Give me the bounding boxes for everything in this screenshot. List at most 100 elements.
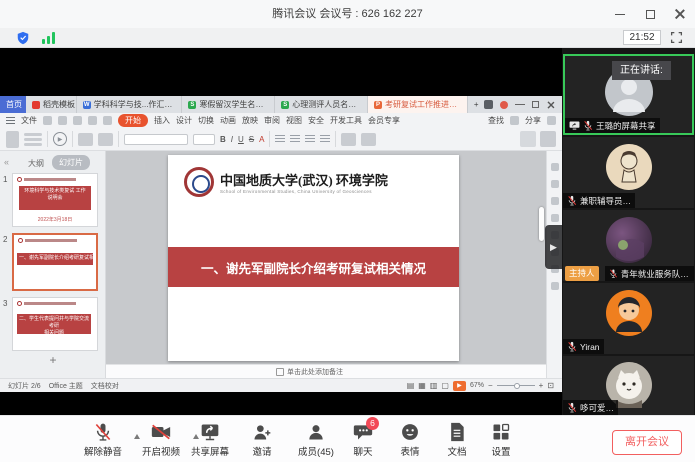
wps-new-tab-button[interactable]: + — [468, 96, 484, 113]
play-from-current-icon[interactable]: ▶ — [53, 132, 67, 146]
share-screen-button[interactable]: 共享屏幕 — [181, 422, 239, 458]
leave-meeting-button[interactable]: 离开会议 — [612, 430, 682, 455]
wps-minimize-icon[interactable] — [515, 104, 525, 105]
wps-menu-slideshow[interactable]: 放映 — [242, 115, 258, 126]
close-button[interactable] — [665, 0, 695, 28]
wps-tab-docer[interactable]: 稻壳模板 — [26, 96, 77, 113]
docs-button[interactable]: 文档 — [432, 422, 482, 458]
maximize-button[interactable] — [635, 0, 665, 28]
undo-icon[interactable] — [88, 116, 97, 125]
panel-tab-outline[interactable]: 大纲 — [28, 158, 44, 169]
participant-tile[interactable]: 兼职辅导员… — [563, 137, 694, 208]
wps-maximize-icon[interactable] — [532, 101, 539, 108]
notes-bar[interactable]: 单击此处添加备注 — [106, 364, 546, 378]
zoom-in-icon[interactable]: + — [539, 381, 544, 390]
wps-tab-doc2[interactable]: S寒假留汉学生名单.xlsx — [182, 96, 275, 113]
unmute-button[interactable]: 解除静音 — [74, 422, 132, 458]
maximize-icon — [646, 10, 655, 19]
template-pane-icon[interactable] — [551, 214, 559, 222]
wps-menu-start[interactable]: 开始 — [118, 114, 148, 127]
zoom-slider[interactable] — [497, 385, 535, 386]
new-slide-icon[interactable] — [78, 133, 93, 146]
wps-tab-doc1[interactable]: W学科科学与技...作汇报方案 — [77, 96, 183, 113]
meeting-toolbar: 解除静音 开启视频 共享屏幕 邀请 成员(45) — [0, 415, 695, 462]
participant-tile-host[interactable]: 主持人 青年就业服务队 彭… — [563, 210, 694, 281]
align-left-icon[interactable] — [275, 135, 285, 143]
fit-slide-icon[interactable]: ⊡ — [547, 381, 554, 390]
panel-collapse-button[interactable]: « — [4, 157, 9, 167]
show-tools-icon[interactable] — [540, 131, 556, 147]
wps-menu-insert[interactable]: 插入 — [154, 115, 170, 126]
sidebar-collapse-toggle[interactable]: ▶ — [545, 225, 562, 269]
wps-menu-file[interactable]: 文件 — [21, 115, 37, 126]
textbox-icon[interactable] — [341, 133, 356, 146]
export-icon[interactable] — [73, 116, 82, 125]
members-button[interactable]: 成员(45) — [287, 422, 345, 458]
emoji-button[interactable]: 表情 — [385, 422, 435, 458]
view-normal-icon[interactable]: ▤ — [407, 381, 415, 390]
slide-thumbnail-2-selected[interactable]: 一、谢先军副院长介绍考研复试相关情况 — [12, 233, 98, 291]
invite-button[interactable]: 邀请 — [237, 422, 287, 458]
font-family-select[interactable] — [124, 134, 188, 145]
participant-tile[interactable]: Yiran — [563, 283, 694, 354]
wps-close-icon[interactable] — [548, 101, 555, 108]
panel-tab-slides[interactable]: 幻灯片 — [52, 155, 90, 170]
font-size-select[interactable] — [193, 134, 215, 145]
align-right-icon[interactable] — [305, 135, 315, 143]
wps-tab-doc3[interactable]: S心理测评人员名单.xlsx — [275, 96, 368, 113]
wps-message-icon[interactable] — [500, 101, 508, 109]
network-signal-icon[interactable] — [42, 32, 56, 44]
font-color-button[interactable]: A — [259, 135, 264, 144]
help-pane-icon[interactable] — [551, 282, 559, 290]
view-reading-icon[interactable]: ▢ — [441, 381, 449, 390]
wps-menu-design[interactable]: 设计 — [176, 115, 192, 126]
animation-pane-icon[interactable] — [551, 180, 559, 188]
wps-menu-view[interactable]: 视图 — [286, 115, 302, 126]
cloud-sync-icon[interactable] — [510, 116, 519, 125]
fullscreen-icon[interactable] — [670, 31, 683, 44]
save-icon[interactable] — [43, 116, 52, 125]
layout-icon[interactable] — [98, 133, 113, 146]
shapes-icon[interactable] — [361, 133, 376, 146]
strikethrough-button[interactable]: S — [249, 135, 254, 144]
slide-thumbnail-1[interactable]: 环境科学与技术类复试 工作 说明会 2022年3月18日 — [12, 173, 98, 227]
zoom-out-icon[interactable]: − — [488, 381, 493, 390]
wps-menu-devtools[interactable]: 开发工具 — [330, 115, 362, 126]
chat-button[interactable]: 6 聊天 — [338, 422, 388, 458]
redo-icon[interactable] — [103, 116, 112, 125]
minimize-button[interactable] — [605, 0, 635, 28]
wps-menu-member[interactable]: 会员专享 — [368, 115, 400, 126]
wps-menu-security[interactable]: 安全 — [308, 115, 324, 126]
current-slide[interactable]: 中国地质大学(武汉) 环境学院 School of Environmental … — [168, 155, 459, 361]
wps-menu-animation[interactable]: 动画 — [220, 115, 236, 126]
slide-thumbnail-3[interactable]: 二、学生代表提问并与学院交流考研 相关问题 — [12, 297, 98, 351]
canvas-scrollbar[interactable] — [539, 207, 544, 241]
wps-menu-review[interactable]: 审阅 — [264, 115, 280, 126]
settings-button[interactable]: 设置 — [476, 422, 526, 458]
wps-apps-icon[interactable] — [484, 100, 493, 109]
properties-icon[interactable] — [551, 163, 559, 171]
wps-menu-transition[interactable]: 切换 — [198, 115, 214, 126]
wps-find[interactable]: 查找 — [488, 115, 504, 126]
line-spacing-icon[interactable] — [320, 135, 330, 143]
bold-button[interactable]: B — [220, 135, 226, 144]
paste-icon[interactable] — [6, 131, 19, 148]
security-shield-icon[interactable] — [16, 31, 30, 45]
more-icon[interactable] — [547, 116, 556, 125]
add-slide-button[interactable]: + — [0, 353, 106, 367]
view-sorter-icon[interactable]: ▥ — [430, 381, 438, 390]
zoom-level[interactable]: 67% — [470, 382, 484, 389]
selection-pane-icon[interactable] — [520, 131, 536, 147]
underline-button[interactable]: U — [238, 135, 244, 144]
wps-tab-home[interactable]: 首页 — [0, 96, 26, 113]
slideshow-play-button[interactable]: ▶ — [453, 381, 466, 391]
wps-share[interactable]: 分享 — [525, 115, 541, 126]
view-grid-icon[interactable]: ▦ — [418, 381, 426, 390]
wps-tab-active-ppt[interactable]: P考研复试工作推进交流会 — [368, 96, 468, 113]
participant-tile[interactable]: 哆可爱… — [563, 356, 694, 415]
print-icon[interactable] — [58, 116, 67, 125]
italic-button[interactable]: I — [231, 135, 233, 144]
design-pane-icon[interactable] — [551, 197, 559, 205]
align-center-icon[interactable] — [290, 135, 300, 143]
proofing-status[interactable]: 文档校对 — [91, 381, 119, 391]
